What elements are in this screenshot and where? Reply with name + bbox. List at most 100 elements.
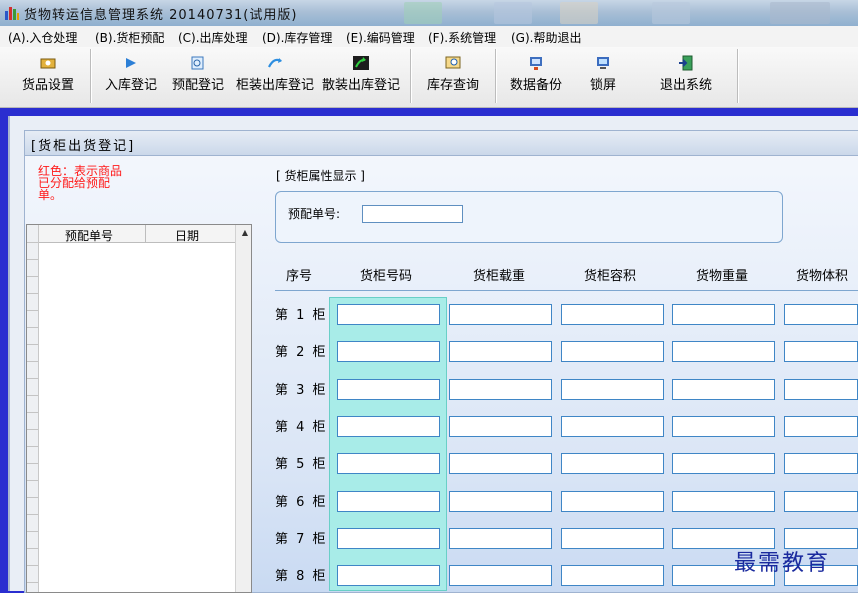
volume-field[interactable] (561, 379, 664, 400)
lock-screen-icon (597, 57, 609, 69)
exit-button[interactable]: 退出系统 (660, 55, 712, 93)
menu-inbound[interactable]: (A).入仓处理 (8, 29, 77, 46)
container-properties-title: [ 货柜属性显示 ] (276, 169, 365, 183)
goods-settings-button[interactable]: 货品设置 (22, 55, 74, 93)
load-capacity-field[interactable] (449, 528, 552, 549)
menu-coding[interactable]: (E).编码管理 (346, 29, 415, 46)
load-capacity-field[interactable] (449, 304, 552, 325)
row-label: 第 7 柜 (275, 532, 328, 547)
load-capacity-field[interactable] (449, 565, 552, 586)
toolbar: 货品设置 入库登记 预配登记 柜装出库登记 散装出库登记 库存查询 数据备份 锁… (0, 47, 858, 108)
background-decoration (770, 2, 830, 24)
goods-volume-field[interactable] (784, 453, 858, 474)
container-out-icon (268, 58, 282, 68)
toolbar-separator (495, 49, 497, 103)
app-icon (5, 7, 19, 20)
goods-weight-field[interactable] (672, 491, 775, 512)
row-label: 第 8 柜 (275, 569, 328, 584)
grid-header-divider (275, 290, 858, 291)
bulk-out-button[interactable]: 散装出库登记 (322, 55, 400, 93)
load-capacity-field[interactable] (449, 379, 552, 400)
load-capacity-field[interactable] (449, 491, 552, 512)
row-label: 第 2 柜 (275, 345, 328, 360)
window-title: 货物转运信息管理系统 20140731(试用版) (24, 8, 298, 23)
container-no-field[interactable] (337, 341, 440, 362)
goods-weight-field[interactable] (672, 416, 775, 437)
menu-help-exit[interactable]: (G).帮助退出 (511, 29, 581, 46)
goods-volume-field[interactable] (784, 491, 858, 512)
volume-field[interactable] (561, 453, 664, 474)
preassign-no-field[interactable] (362, 205, 463, 223)
row-indicator-column (27, 225, 39, 592)
grid-header-container-no: 货柜号码 (360, 269, 413, 284)
container-no-field[interactable] (337, 528, 440, 549)
volume-field[interactable] (561, 528, 664, 549)
list-scrollbar[interactable]: ▲ (235, 225, 251, 592)
goods-volume-field[interactable] (784, 416, 858, 437)
load-capacity-field[interactable] (449, 341, 552, 362)
goods-settings-icon (40, 58, 56, 69)
stock-query-icon (445, 56, 461, 69)
row-label: 第 6 柜 (275, 495, 328, 510)
preassign-list[interactable]: 预配单号 日期 ▲ (26, 224, 252, 593)
grid-header-goods-volume: 货物体积 (796, 269, 849, 284)
goods-volume-field[interactable] (784, 341, 858, 362)
goods-weight-field[interactable] (672, 379, 775, 400)
menu-bar: (A).入仓处理 (B).货柜预配 (C).出库处理 (D).库存管理 (E).… (0, 26, 858, 48)
goods-weight-field[interactable] (672, 341, 775, 362)
list-column-preassign-no[interactable]: 预配单号 (65, 227, 113, 244)
menu-preassign[interactable]: (B).货柜预配 (95, 29, 164, 46)
volume-field[interactable] (561, 304, 664, 325)
grid-header-load-capacity: 货柜载重 (473, 269, 526, 284)
row-label: 第 1 柜 (275, 308, 328, 323)
row-label: 第 5 柜 (275, 457, 328, 472)
title-bar: 货物转运信息管理系统 20140731(试用版) (0, 0, 858, 26)
load-capacity-field[interactable] (449, 416, 552, 437)
container-out-button[interactable]: 柜装出库登记 (236, 55, 314, 93)
stock-query-button[interactable]: 库存查询 (427, 55, 479, 93)
goods-weight-field[interactable] (672, 453, 775, 474)
watermark: 最需教育 (734, 551, 831, 576)
container-no-field[interactable] (337, 491, 440, 512)
container-no-field[interactable] (337, 416, 440, 437)
background-decoration (404, 2, 442, 24)
volume-field[interactable] (561, 416, 664, 437)
menu-stock[interactable]: (D).库存管理 (262, 29, 332, 46)
toolbar-separator (737, 49, 739, 103)
preassign-no-label: 预配单号: (288, 207, 341, 221)
lock-screen-button[interactable]: 锁屏 (590, 55, 616, 93)
load-capacity-field[interactable] (449, 453, 552, 474)
inbound-button[interactable]: 入库登记 (105, 55, 157, 93)
scroll-up-icon[interactable]: ▲ (242, 228, 248, 237)
goods-volume-field[interactable] (784, 304, 858, 325)
volume-field[interactable] (561, 565, 664, 586)
container-no-field[interactable] (337, 565, 440, 586)
preassign-button[interactable]: 预配登记 (172, 55, 224, 93)
child-window-header: [货柜出货登记] (25, 131, 858, 156)
grid-header-volume: 货柜容积 (584, 269, 637, 284)
background-decoration (560, 2, 598, 24)
column-divider (145, 225, 146, 242)
toolbar-separator (410, 49, 412, 103)
red-status-note: 红色：表示商品已分配给预配单。 (38, 164, 123, 202)
background-decoration (652, 2, 690, 24)
container-no-field[interactable] (337, 453, 440, 474)
volume-field[interactable] (561, 341, 664, 362)
goods-volume-field[interactable] (784, 379, 858, 400)
volume-field[interactable] (561, 491, 664, 512)
preassign-icon (191, 56, 204, 70)
container-no-field[interactable] (337, 304, 440, 325)
row-label: 第 4 柜 (275, 420, 328, 435)
bulk-out-icon (353, 56, 369, 70)
menu-outbound[interactable]: (C).出库处理 (178, 29, 248, 46)
exit-icon (679, 55, 693, 71)
grid-header-index: 序号 (286, 269, 313, 284)
menu-system[interactable]: (F).系统管理 (428, 29, 496, 46)
backup-button[interactable]: 数据备份 (510, 55, 562, 93)
backup-icon (530, 57, 542, 70)
container-no-field[interactable] (337, 379, 440, 400)
list-column-date[interactable]: 日期 (175, 227, 199, 244)
toolbar-separator (90, 49, 92, 103)
goods-weight-field[interactable] (672, 304, 775, 325)
grid-header-goods-weight: 货物重量 (696, 269, 749, 284)
